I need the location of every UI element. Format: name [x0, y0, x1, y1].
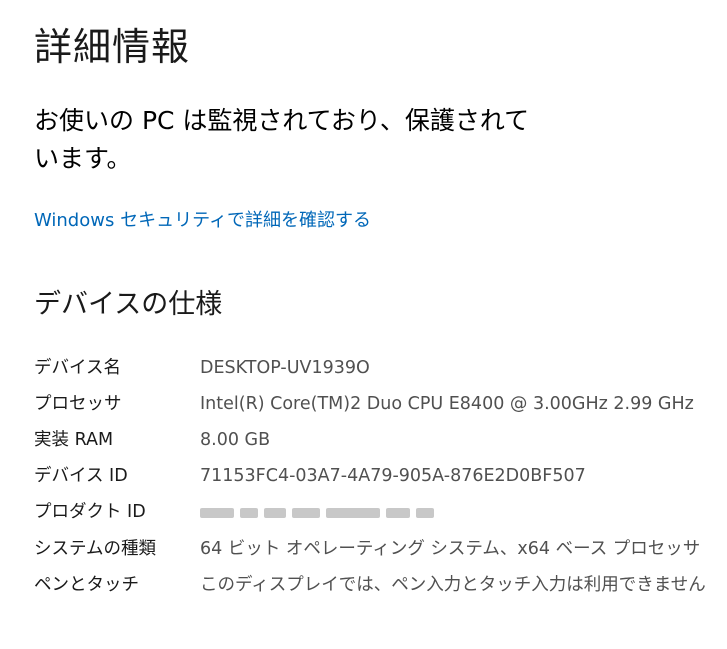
spec-label: デバイス ID	[34, 466, 128, 486]
spec-row-installed-ram: 実装 RAM 8.00 GB	[34, 426, 714, 455]
spec-value: 71153FC4-03A7-4A79-905A-876E2D0BF507	[200, 466, 586, 486]
redacted-product-id	[200, 498, 434, 527]
spec-row-processor: プロセッサ Intel(R) Core(TM)2 Duo CPU E8400 @…	[34, 390, 714, 419]
protection-status-text: お使いの PC は監視されており、保護されています。	[34, 106, 530, 173]
spec-row-device-name: デバイス名 DESKTOP-UV1939O	[34, 354, 714, 383]
windows-security-link[interactable]: Windows セキュリティで詳細を確認する	[34, 208, 371, 234]
spec-row-system-type: システムの種類 64 ビット オペレーティング システム、x64 ベース プロセ…	[34, 535, 714, 564]
spec-row-product-id: プロダクト ID	[34, 498, 714, 528]
spec-value: DESKTOP-UV1939O	[200, 358, 370, 378]
page-title: 詳細情報	[34, 25, 191, 69]
spec-value: Intel(R) Core(TM)2 Duo CPU E8400 @ 3.00G…	[200, 394, 694, 414]
spec-label: デバイス名	[34, 358, 121, 378]
spec-label: プロダクト ID	[34, 502, 146, 522]
spec-label: プロセッサ	[34, 394, 122, 414]
spec-value: 64 ビット オペレーティング システム、x64 ベース プロセッサ	[200, 538, 701, 559]
spec-label: システムの種類	[34, 538, 156, 559]
spec-value: このディスプレイでは、ペン入力とタッチ入力は利用できません	[200, 574, 706, 595]
spec-label: 実装 RAM	[34, 430, 114, 450]
device-spec-heading: デバイスの仕様	[34, 289, 223, 320]
spec-value: 8.00 GB	[200, 430, 271, 450]
spec-value-redacted	[200, 498, 714, 528]
spec-row-pen-touch: ペンとタッチ このディスプレイでは、ペン入力とタッチ入力は利用できません	[34, 571, 714, 600]
spec-label: ペンとタッチ	[34, 574, 139, 595]
device-spec-table: デバイス名 DESKTOP-UV1939O プロセッサ Intel(R) Cor…	[34, 354, 714, 607]
spec-row-device-id: デバイス ID 71153FC4-03A7-4A79-905A-876E2D0B…	[34, 462, 714, 491]
